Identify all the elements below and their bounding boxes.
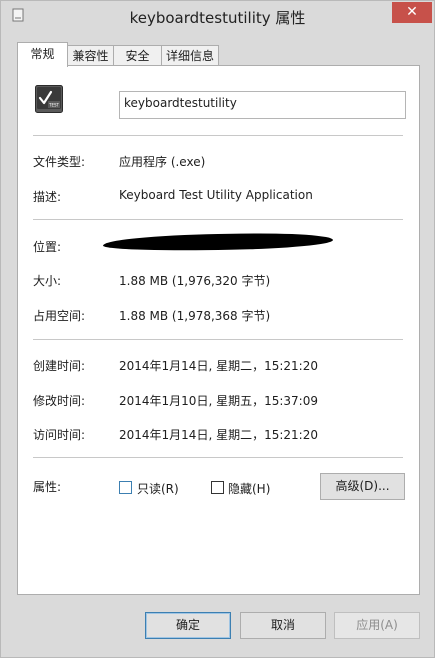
location-redaction bbox=[102, 231, 334, 253]
title-bar[interactable]: keyboardtestutility 属性 ✕ bbox=[1, 1, 434, 33]
tab-security[interactable]: 安全 bbox=[113, 45, 162, 67]
tab-details[interactable]: 详细信息 bbox=[161, 45, 219, 67]
apply-button[interactable]: 应用(A) bbox=[334, 612, 420, 639]
tab-compatibility[interactable]: 兼容性 bbox=[67, 45, 114, 67]
readonly-label[interactable]: 只读(R) bbox=[137, 480, 179, 497]
created-label: 创建时间: bbox=[33, 359, 86, 373]
attributes-label: 属性: bbox=[33, 480, 62, 494]
size-on-disk-label: 占用空间: bbox=[33, 309, 86, 323]
advanced-button[interactable]: 高级(D)... bbox=[320, 473, 405, 500]
application-icon: TEST bbox=[35, 85, 63, 113]
size-on-disk-value: 1.88 MB (1,978,368 字节) bbox=[119, 309, 271, 323]
size-value: 1.88 MB (1,976,320 字节) bbox=[119, 274, 271, 288]
divider bbox=[33, 339, 403, 340]
ok-button[interactable]: 确定 bbox=[145, 612, 231, 639]
svg-text:TEST: TEST bbox=[48, 103, 60, 108]
accessed-value: 2014年1月14日, 星期二，15:21:20 bbox=[119, 428, 318, 442]
accessed-label: 访问时间: bbox=[33, 428, 86, 442]
file-name-field[interactable]: keyboardtestutility bbox=[119, 91, 406, 119]
hidden-checkbox[interactable] bbox=[211, 481, 224, 494]
created-value: 2014年1月14日, 星期二，15:21:20 bbox=[119, 359, 318, 373]
hidden-label[interactable]: 隐藏(H) bbox=[228, 480, 270, 497]
modified-label: 修改时间: bbox=[33, 394, 86, 408]
description-value: Keyboard Test Utility Application bbox=[119, 188, 313, 202]
description-label: 描述: bbox=[33, 190, 62, 204]
modified-value: 2014年1月10日, 星期五，15:37:09 bbox=[119, 394, 318, 408]
file-type-value: 应用程序 (.exe) bbox=[119, 155, 206, 169]
properties-window: keyboardtestutility 属性 ✕ 常规 兼容性 安全 详细信息 … bbox=[0, 0, 435, 658]
tab-general[interactable]: 常规 bbox=[17, 42, 68, 67]
location-label: 位置: bbox=[33, 240, 62, 254]
general-panel: TEST keyboardtestutility 文件类型: 应用程序 (.ex… bbox=[17, 65, 420, 595]
close-button[interactable]: ✕ bbox=[392, 2, 432, 23]
divider bbox=[33, 135, 403, 136]
window-title: keyboardtestutility 属性 bbox=[129, 9, 306, 27]
file-type-label: 文件类型: bbox=[33, 155, 86, 169]
divider bbox=[33, 457, 403, 458]
divider bbox=[33, 219, 403, 220]
cancel-button[interactable]: 取消 bbox=[240, 612, 326, 639]
size-label: 大小: bbox=[33, 274, 62, 288]
readonly-checkbox[interactable] bbox=[119, 481, 132, 494]
